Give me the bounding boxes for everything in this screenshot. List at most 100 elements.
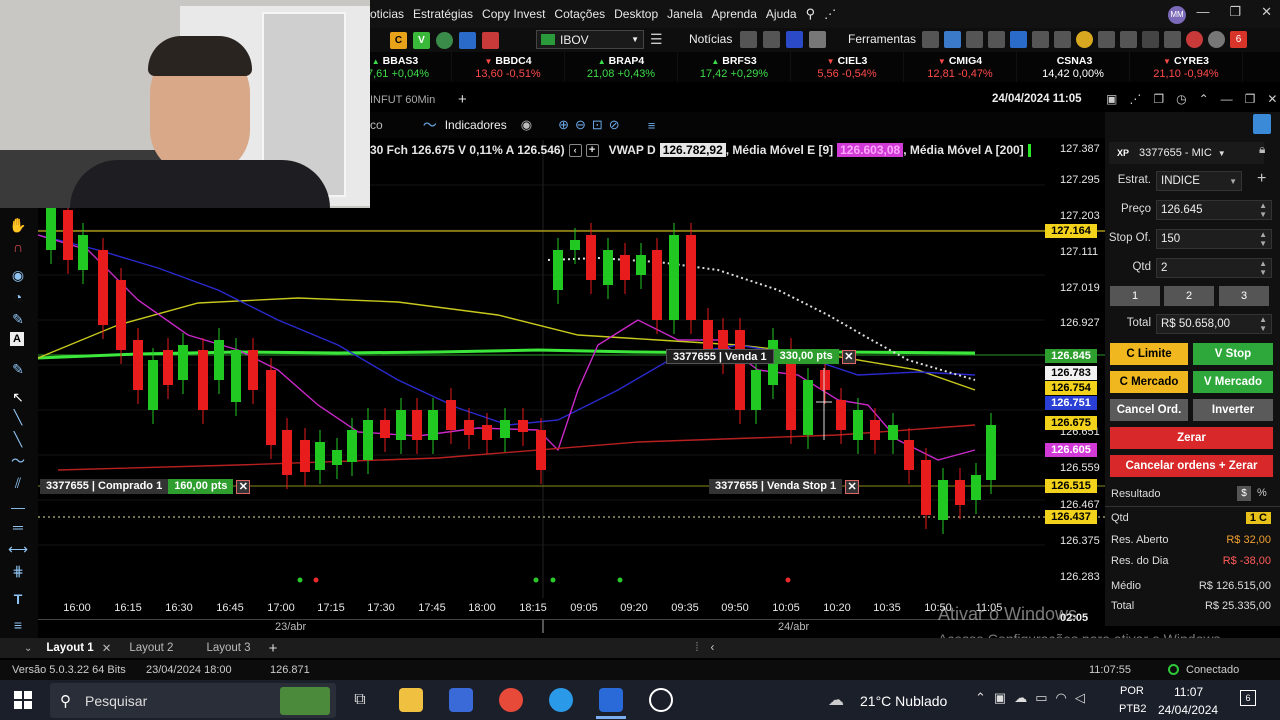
collapse-icon[interactable]: ⌃ — [1199, 92, 1209, 106]
v-stop-button[interactable]: V Stop — [1193, 343, 1273, 365]
taskbar-search[interactable]: ⚲ Pesquisar — [50, 683, 336, 718]
close-icon[interactable]: ✕ — [1267, 92, 1277, 106]
detach-icon[interactable]: ▣ — [1106, 92, 1117, 106]
close-icon[interactable]: ✕ — [1261, 4, 1272, 20]
c-icon[interactable]: C — [390, 31, 407, 49]
add-layout-icon[interactable]: + — [269, 640, 278, 657]
network-icon[interactable]: ▭ — [1035, 690, 1047, 706]
stopwatch-icon[interactable]: ◔ — [8, 288, 28, 306]
lock-icon[interactable]: 🔒︎ — [1259, 142, 1265, 157]
zoom-in-icon[interactable]: ⊕ — [558, 117, 569, 133]
drag-handle-icon[interactable]: ⁞ — [695, 642, 698, 654]
hand-icon[interactable]: ✋ — [8, 216, 28, 234]
volume-icon[interactable]: ◁ — [1075, 690, 1085, 706]
menu-lines-icon[interactable]: ≡ — [8, 616, 28, 634]
pencil-edit-icon[interactable]: ✎ — [8, 310, 28, 328]
columns-icon[interactable] — [966, 31, 983, 48]
eye-icon[interactable]: ◉ — [521, 117, 532, 133]
replay-icon[interactable] — [1076, 31, 1093, 48]
copy-icon[interactable]: ❐ — [1153, 92, 1164, 106]
zoom-reset-icon[interactable]: ⊘ — [609, 117, 620, 133]
qty-1-button[interactable]: 1 — [1110, 286, 1160, 306]
store-icon[interactable] — [449, 688, 473, 712]
minimize-icon[interactable]: — — [1221, 92, 1233, 106]
chart-tab[interactable]: INFUT 60Min — [370, 94, 435, 106]
menu-desktop[interactable]: Desktop — [614, 7, 658, 21]
edge-icon[interactable] — [549, 688, 573, 712]
collapse-indicator-icon[interactable]: ‹ — [568, 143, 582, 157]
table-icon[interactable] — [740, 31, 757, 48]
dollar-icon[interactable] — [809, 31, 826, 48]
language-1[interactable]: POR — [1120, 685, 1144, 697]
order-venda-stop[interactable]: 3377655 | Venda Stop 1 ✕ — [709, 479, 860, 494]
c-mercado-button[interactable]: C Mercado — [1110, 371, 1188, 393]
stepper-icon[interactable]: ▲ ▼ — [1259, 230, 1267, 248]
qtd-input[interactable]: 2 ▲ ▼ — [1156, 258, 1272, 278]
theme-icon[interactable] — [1186, 31, 1203, 48]
cursor-icon[interactable]: ↖ — [8, 388, 28, 406]
language-2[interactable]: PTB2 — [1119, 703, 1147, 715]
text-icon[interactable]: T — [8, 590, 28, 608]
notification-center-icon[interactable]: 6 — [1240, 690, 1256, 706]
window-icon[interactable] — [988, 31, 1005, 48]
qty-2-button[interactable]: 2 — [1164, 286, 1214, 306]
stepper-icon[interactable]: ▲ ▼ — [1259, 315, 1267, 333]
onedrive-icon[interactable]: ☁ — [1014, 690, 1027, 706]
chart-area[interactable] — [38, 140, 1106, 638]
menu-estrategias[interactable]: Estratégias — [413, 7, 473, 21]
flag-icon[interactable] — [482, 31, 499, 49]
grid-icon[interactable] — [763, 31, 780, 48]
zoom-out-icon[interactable]: ⊖ — [575, 117, 586, 133]
settings-sliders-icon[interactable]: ≡ — [648, 118, 656, 133]
preco-input[interactable]: 126.645 ▲ ▼ — [1156, 200, 1272, 220]
add-strategy-icon[interactable]: + — [1257, 170, 1266, 188]
tab-layout-2[interactable]: Layout 2 — [129, 642, 173, 654]
ai-icon[interactable] — [1142, 31, 1159, 48]
order-venda-1[interactable]: 3377655 | Venda 1 330,00 pts ✕ — [666, 349, 856, 364]
clock-icon[interactable]: ◷ — [1176, 92, 1186, 106]
camera-icon[interactable]: ▣ — [994, 690, 1006, 706]
chevron-up-icon[interactable]: ⌃ — [975, 690, 986, 706]
wifi-icon[interactable]: ◠ — [1056, 690, 1067, 706]
range-icon[interactable]: ⟷ — [8, 540, 28, 558]
avatar[interactable]: MM — [1168, 6, 1186, 24]
zigzag-icon[interactable]: 〜 — [8, 452, 28, 470]
account-select[interactable]: XP 3377655 - MIC ▼ — [1109, 142, 1264, 164]
panel-toggle-icon[interactable] — [1253, 114, 1271, 134]
inverter-button[interactable]: Inverter — [1193, 399, 1273, 421]
cancelar-zerar-button[interactable]: Cancelar ordens + Zerar — [1110, 455, 1273, 477]
stop-input[interactable]: 150 ▲ ▼ — [1156, 229, 1272, 249]
menu-janela[interactable]: Janela — [667, 7, 702, 21]
indicadores-button[interactable]: Indicadores — [445, 118, 507, 132]
file-explorer-icon[interactable] — [399, 688, 423, 712]
taskbar-clock[interactable]: 11:07 — [1174, 685, 1203, 699]
align-icon[interactable] — [1010, 31, 1027, 48]
position-comprado[interactable]: 3377655 | Comprado 1 160,00 pts ✕ — [40, 479, 251, 494]
share-icon[interactable]: ⋰ — [824, 7, 836, 21]
ladder-icon[interactable] — [1032, 31, 1049, 48]
ticker-item[interactable]: ▼ CIEL3 5,56 -0,54% — [791, 52, 904, 82]
restore-icon[interactable]: ❐ — [1229, 4, 1241, 20]
close-position-icon[interactable]: ✕ — [236, 479, 251, 494]
menu-aprenda[interactable]: Aprenda — [712, 7, 757, 21]
fibonacci-icon[interactable]: ⋕ — [8, 562, 28, 580]
stepper-icon[interactable]: ▲ ▼ — [1259, 259, 1267, 277]
text-tool-icon[interactable]: A — [10, 332, 24, 346]
v-icon[interactable]: V — [413, 31, 430, 49]
trend-line-icon[interactable]: ╲ — [8, 430, 28, 448]
v-mercado-button[interactable]: V Mercado — [1193, 371, 1273, 393]
pen-icon[interactable]: ✎ — [8, 360, 28, 378]
ticker-item[interactable]: ▲ BRAP4 21,08 +0,43% — [565, 52, 678, 82]
chart-icon[interactable] — [1098, 31, 1115, 48]
list-icon[interactable]: ☰ — [650, 31, 663, 48]
bar-chart-icon[interactable] — [459, 31, 476, 49]
cube-icon[interactable] — [1120, 31, 1137, 48]
menu-cotacoes[interactable]: Cotações — [554, 7, 605, 21]
gear-icon[interactable] — [1208, 31, 1225, 48]
eye-icon[interactable]: ◉ — [8, 266, 28, 284]
search-icon[interactable]: ⚲ — [806, 6, 816, 22]
stepper-icon[interactable]: ▲ ▼ — [1259, 201, 1267, 219]
tv-icon[interactable] — [786, 31, 803, 48]
tab-layout-1[interactable]: Layout 1 — [46, 642, 93, 654]
close-icon[interactable]: ✕ — [102, 641, 112, 655]
